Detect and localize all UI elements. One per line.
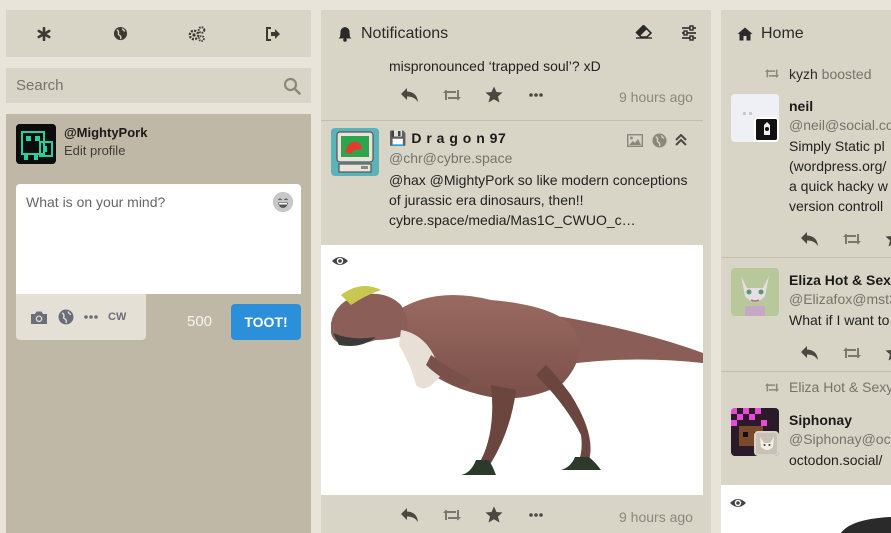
search-icon[interactable] (283, 77, 301, 95)
boost-icon[interactable] (831, 346, 873, 360)
status-content: What if I want to (789, 312, 890, 328)
status-line: Simply Static pl (789, 138, 885, 154)
status-timestamp[interactable]: 9 hours ago (619, 509, 693, 525)
column-title: Notifications (361, 24, 449, 42)
asterisk-icon (37, 26, 51, 41)
status-display-name[interactable]: 💾 D r a g o n 97 (389, 130, 506, 147)
status-account[interactable]: @chr@cybre.space (389, 150, 512, 166)
favourite-star-icon[interactable] (873, 230, 891, 247)
home-icon (737, 27, 753, 40)
dinosaur-image (331, 286, 703, 475)
favourite-star-icon[interactable] (473, 506, 515, 523)
status-action-bar (789, 230, 891, 247)
getting-started-button[interactable] (6, 10, 82, 57)
booster-name[interactable]: kyzh (789, 66, 818, 82)
status-account[interactable]: @Siphonay@oct (789, 431, 891, 447)
status-action-bar (789, 344, 891, 361)
more-icon[interactable] (84, 307, 98, 327)
status-line: version controll (789, 198, 884, 214)
boosted-by-avatar[interactable] (754, 117, 779, 142)
media-attachment-dinosaur[interactable] (321, 245, 703, 495)
more-options-icon[interactable] (515, 92, 557, 97)
status-account[interactable]: @neil@social.co (789, 117, 891, 133)
divider (321, 120, 711, 121)
character-counter: 500 (187, 313, 213, 330)
scrollbar[interactable] (703, 57, 711, 533)
compose-textarea[interactable] (16, 184, 301, 294)
avatar[interactable] (16, 124, 56, 164)
previous-status-text: mispronounced ‘trapped soul’? xD (389, 58, 601, 74)
reply-icon[interactable] (789, 345, 831, 361)
boost-indicator-icon (764, 68, 780, 79)
status-action-bar (389, 86, 557, 103)
reply-icon[interactable] (789, 231, 831, 247)
home-column: Home kyzh boosted neil @neil@social.co S… (721, 10, 891, 533)
bell-icon (338, 26, 352, 42)
profile-handle[interactable]: @MightyPork (64, 125, 147, 140)
reply-icon[interactable] (389, 507, 431, 523)
column-settings-sliders-icon[interactable] (681, 25, 697, 41)
eye-icon[interactable] (729, 497, 747, 509)
left-drawer: @MightyPork Edit profile CW 500 TOOT! (6, 0, 311, 533)
preferences-button[interactable] (159, 10, 235, 57)
image-attachment-icon (627, 134, 643, 147)
visibility-globe-icon[interactable] (58, 307, 74, 327)
notifications-column: Notifications mispronounced ‘trapped sou… (321, 10, 711, 533)
boost-label: boosted (817, 66, 872, 82)
eliza-avatar[interactable] (731, 268, 779, 316)
eye-icon[interactable] (331, 255, 349, 267)
edit-profile-link[interactable]: Edit profile (64, 143, 125, 158)
status-link[interactable]: octodon.social/ (789, 450, 882, 470)
compose-box (16, 184, 301, 294)
search-bar (6, 68, 311, 103)
status-account[interactable]: @Elizafox@mst3 (789, 291, 891, 307)
divider (721, 371, 891, 372)
status-display-name[interactable]: Eliza Hot & Sex (789, 272, 891, 288)
media-attachment[interactable] (721, 485, 891, 533)
drawer-nav (6, 10, 311, 57)
mention-link[interactable]: @hax @MightyPork (389, 172, 514, 188)
emoji-picker-icon[interactable] (273, 192, 293, 212)
boost-icon[interactable] (431, 88, 473, 102)
compose-tools: CW (16, 294, 146, 340)
favourite-star-icon[interactable] (873, 344, 891, 361)
status-timestamp[interactable]: 9 hours ago (619, 89, 693, 105)
public-timeline-button[interactable] (82, 10, 158, 57)
status-line[interactable]: (wordpress.org/ (789, 156, 888, 176)
status-link[interactable]: cybre.space/media/Mas1C_CWUO_c… (389, 210, 636, 230)
toot-button[interactable]: TOOT! (231, 304, 301, 340)
logout-button[interactable] (235, 10, 311, 57)
status-display-name[interactable]: Siphonay (789, 412, 852, 428)
camera-icon[interactable] (30, 307, 48, 327)
clear-notifications-eraser-icon[interactable] (635, 25, 653, 39)
globe-icon (113, 26, 127, 41)
boosted-by-avatar[interactable] (754, 431, 779, 456)
column-header[interactable]: Home (721, 10, 891, 57)
dragon-avatar[interactable] (331, 128, 379, 176)
boost-indicator-icon (764, 382, 780, 393)
collapse-chevrons-icon[interactable] (675, 134, 687, 146)
boost-notice[interactable]: Eliza Hot & Sexy (789, 379, 891, 395)
status-display-name[interactable]: neil (789, 98, 813, 114)
cogs-icon (188, 25, 205, 42)
visibility-public-icon (652, 133, 667, 148)
status-action-bar (389, 506, 557, 523)
boost-icon[interactable] (431, 508, 473, 522)
reply-icon[interactable] (389, 87, 431, 103)
column-header[interactable]: Notifications (321, 10, 711, 57)
status-content: Simply Static pl (wordpress.org/ a quick… (789, 136, 888, 216)
more-options-icon[interactable] (515, 512, 557, 517)
status-line: a quick hacky w (789, 178, 888, 194)
compose-panel: @MightyPork Edit profile CW 500 TOOT! (6, 114, 311, 533)
search-input[interactable] (6, 68, 311, 103)
favourite-star-icon[interactable] (473, 86, 515, 103)
column-title: Home (761, 24, 804, 42)
boost-icon[interactable] (831, 232, 873, 246)
status-content: @hax @MightyPork so like modern concepti… (389, 170, 699, 210)
divider (721, 257, 891, 258)
content-warning-button[interactable]: CW (108, 307, 126, 327)
sign-out-icon (265, 26, 280, 41)
boost-notice: kyzh boosted (789, 66, 872, 82)
